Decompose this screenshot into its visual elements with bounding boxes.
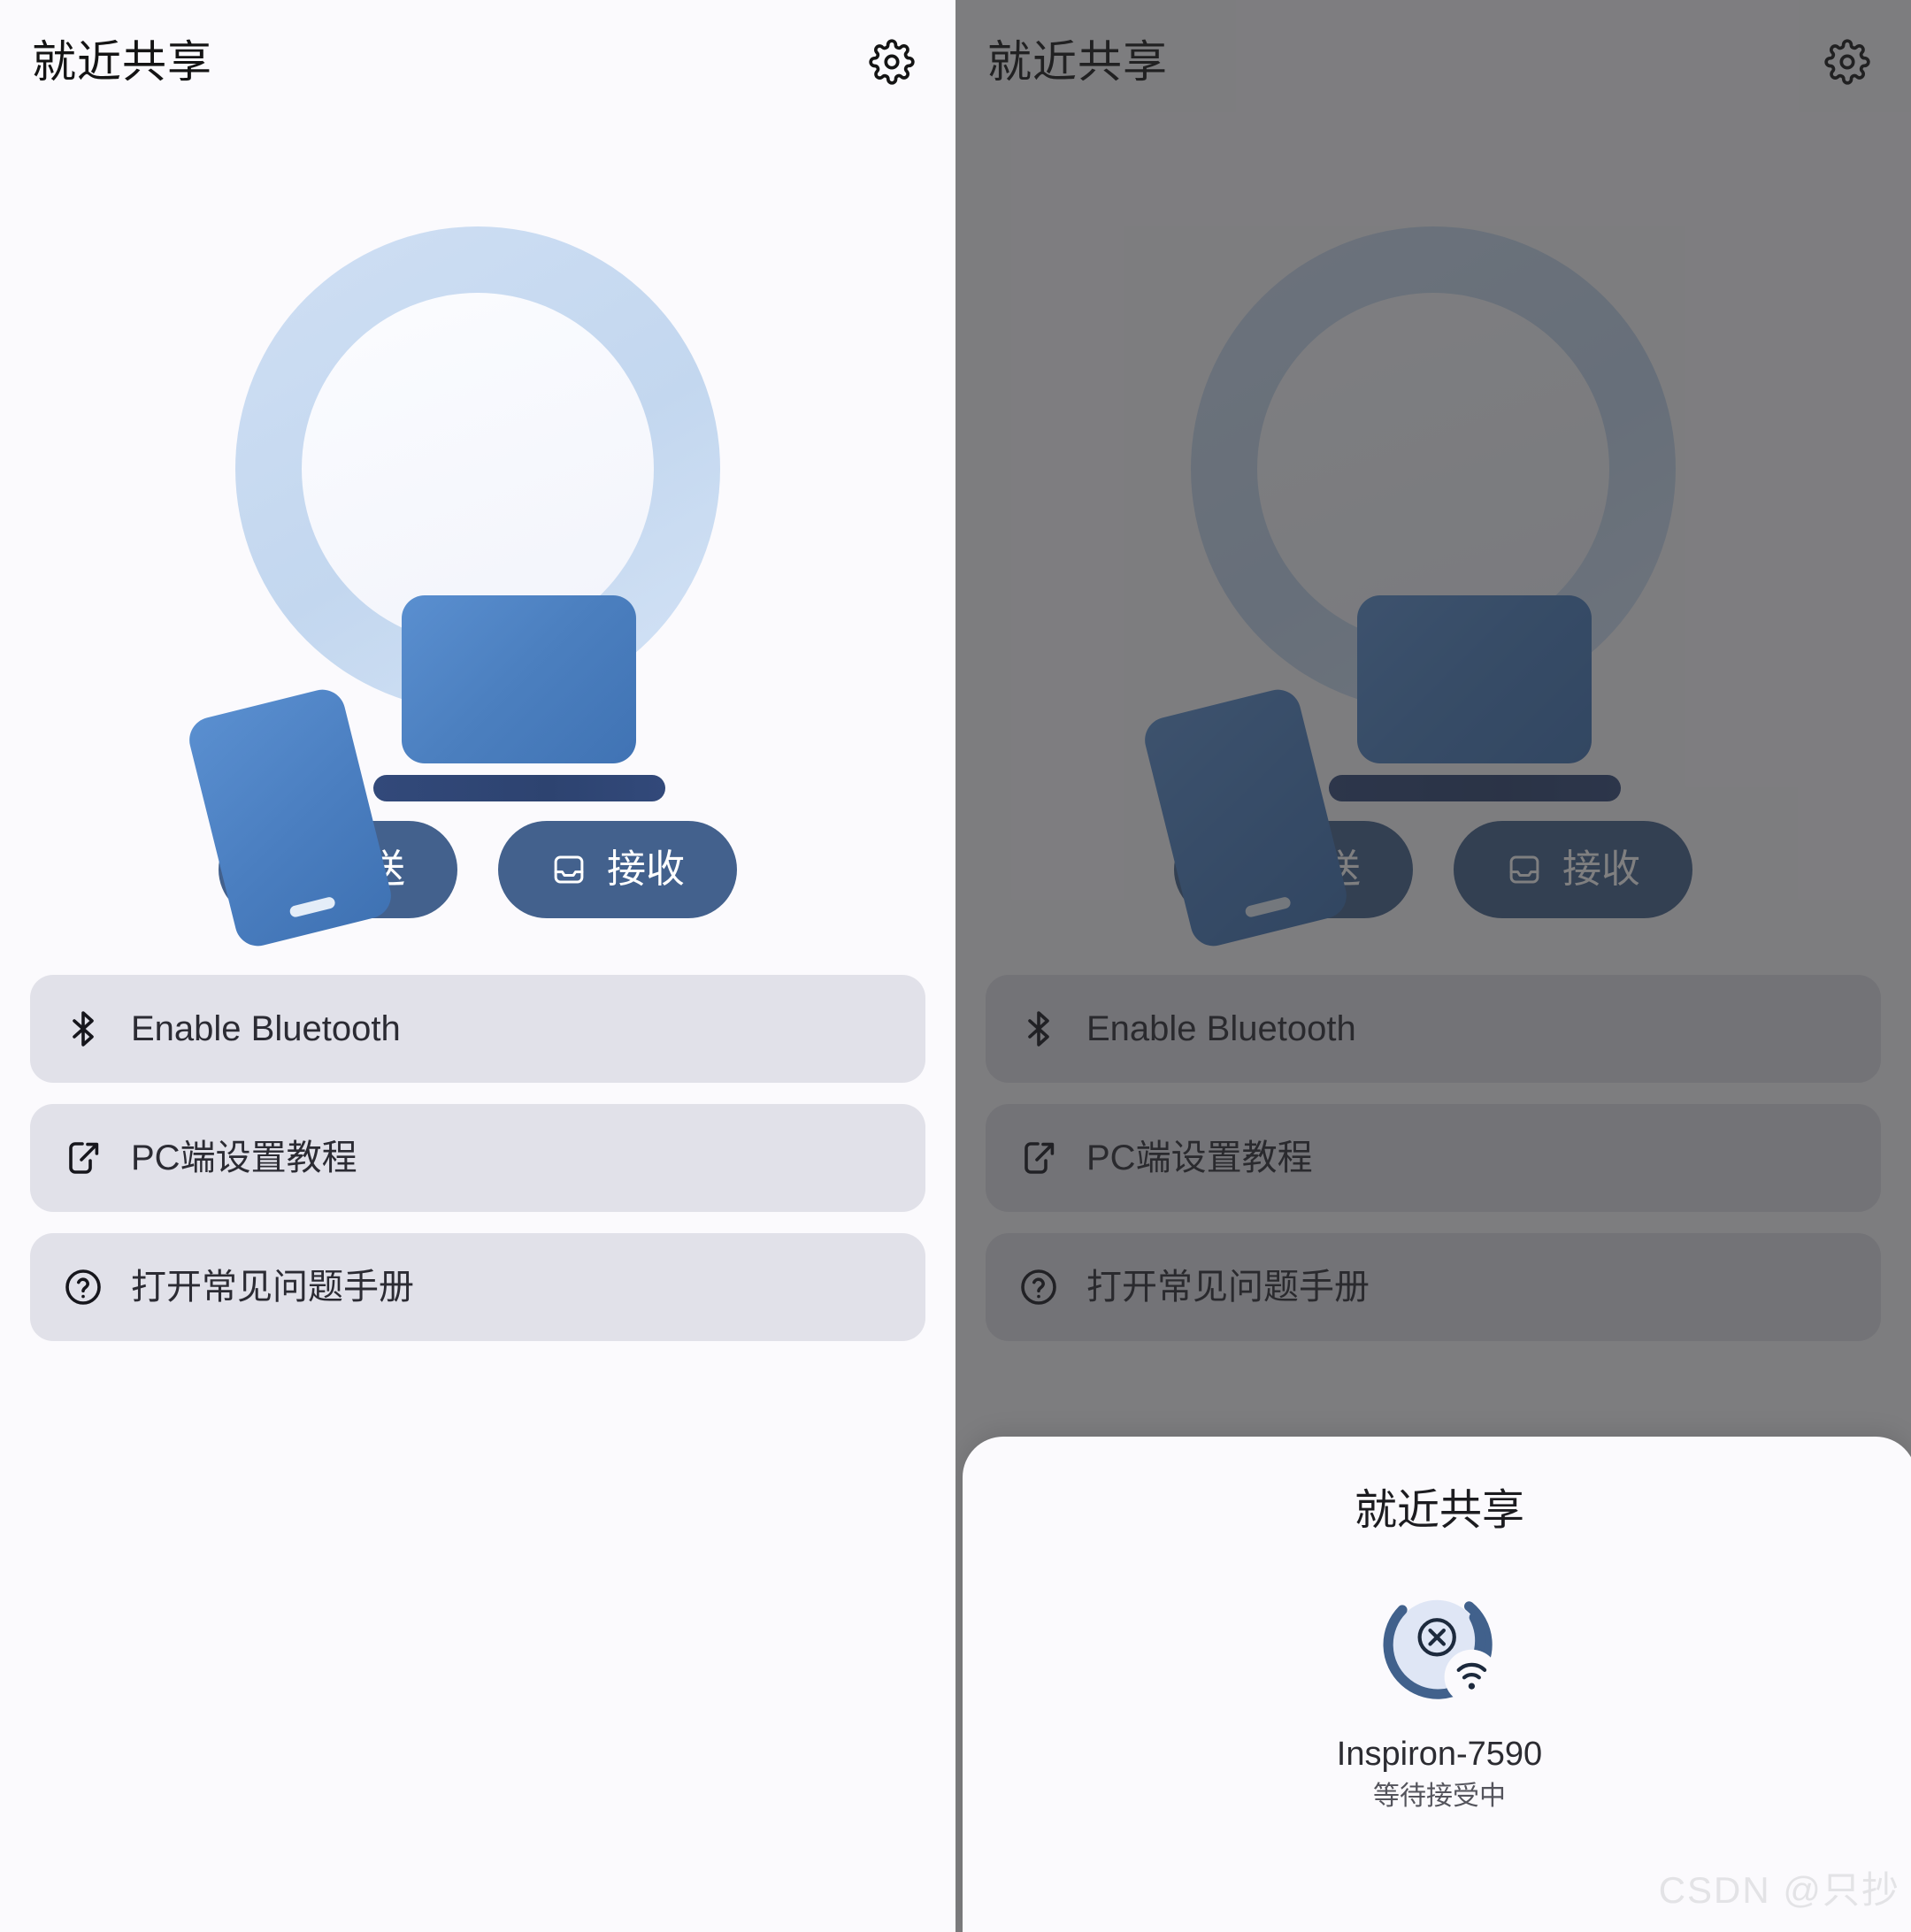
laptop-base-decoration xyxy=(373,775,665,801)
list-item-faq-manual-dimmed: 打开常见问题手册 xyxy=(986,1233,1881,1341)
device-scanning-icon xyxy=(1365,1573,1514,1721)
list-item-faq-manual[interactable]: 打开常见问题手册 xyxy=(30,1233,925,1341)
page-title-dimmed: 就近共享 xyxy=(987,37,1168,87)
panel-main: 就近共享 接收 Enable Bluetooth PC端设置教程 打开常见问题手… xyxy=(0,0,956,1932)
list-item-label: Enable Bluetooth xyxy=(131,1009,401,1048)
list-item-label: PC端设置教程 xyxy=(1086,1138,1313,1177)
hero-illustration-dimmed xyxy=(956,124,1911,951)
action-buttons: 发送 接收 xyxy=(0,821,956,918)
laptop-icon xyxy=(1357,595,1592,763)
bluetooth-icon xyxy=(1017,1008,1060,1050)
list-item-enable-bluetooth[interactable]: Enable Bluetooth xyxy=(30,975,925,1083)
sheet-title: 就近共享 xyxy=(1354,1487,1524,1534)
receive-button[interactable]: 接收 xyxy=(498,821,737,918)
screenshot-root: 就近共享 接收 Enable Bluetooth PC端设置教程 打开常见问题手… xyxy=(0,0,1911,1932)
nearby-share-bottom-sheet: 就近共享 Inspiron-7590 等待接受中 CSDN @只抄 xyxy=(963,1437,1911,1932)
ring-inner-decoration xyxy=(302,293,654,645)
bluetooth-icon xyxy=(62,1008,104,1050)
list-item-label: 打开常见问题手册 xyxy=(1086,1268,1370,1307)
action-buttons-dimmed: 发送 接收 xyxy=(956,821,1911,918)
gear-icon-dimmed xyxy=(1824,39,1870,85)
list-item-pc-setup-guide[interactable]: PC端设置教程 xyxy=(30,1104,925,1212)
list-item-label: PC端设置教程 xyxy=(131,1138,357,1177)
device-status: 等待接受中 xyxy=(1373,1781,1506,1811)
list-item-enable-bluetooth-dimmed: Enable Bluetooth xyxy=(986,975,1881,1083)
inbox-icon xyxy=(1506,851,1543,888)
inbox-icon xyxy=(550,851,587,888)
list-item-label: 打开常见问题手册 xyxy=(131,1268,414,1307)
device-list-item[interactable]: Inspiron-7590 等待接受中 xyxy=(963,1573,1911,1812)
question-circle-icon xyxy=(1017,1266,1060,1308)
list-item-label: Enable Bluetooth xyxy=(1086,1009,1356,1048)
hero-illustration xyxy=(0,124,956,951)
panel-sharing-dialog: 就近共享 接收 Enable Bluetooth PC端设置教程 打开常见问题手… xyxy=(956,0,1911,1932)
receive-button-label: 接收 xyxy=(1562,847,1640,891)
external-link-icon xyxy=(62,1137,104,1179)
watermark: CSDN @只抄 xyxy=(1658,1869,1900,1911)
device-name: Inspiron-7590 xyxy=(1336,1736,1543,1773)
app-bar-dimmed: 就近共享 xyxy=(956,0,1911,124)
laptop-icon xyxy=(402,595,636,763)
gear-icon[interactable] xyxy=(869,39,915,85)
laptop-base-decoration xyxy=(1329,775,1621,801)
page-title: 就近共享 xyxy=(32,37,212,87)
app-bar: 就近共享 xyxy=(0,0,956,124)
options-list-dimmed: Enable Bluetooth PC端设置教程 打开常见问题手册 xyxy=(956,975,1911,1341)
external-link-icon xyxy=(1017,1137,1060,1179)
list-item-pc-setup-guide-dimmed: PC端设置教程 xyxy=(986,1104,1881,1212)
laptop-and-phone-illustration xyxy=(168,159,787,951)
phone-speaker-decoration xyxy=(1244,895,1292,919)
question-circle-icon xyxy=(62,1266,104,1308)
laptop-and-phone-illustration-dimmed xyxy=(1124,159,1743,951)
receive-button-label: 接收 xyxy=(607,847,685,891)
ring-inner-decoration xyxy=(1257,293,1609,645)
options-list: Enable Bluetooth PC端设置教程 打开常见问题手册 xyxy=(0,975,956,1341)
phone-speaker-decoration xyxy=(288,895,336,919)
receive-button-dimmed: 接收 xyxy=(1454,821,1692,918)
